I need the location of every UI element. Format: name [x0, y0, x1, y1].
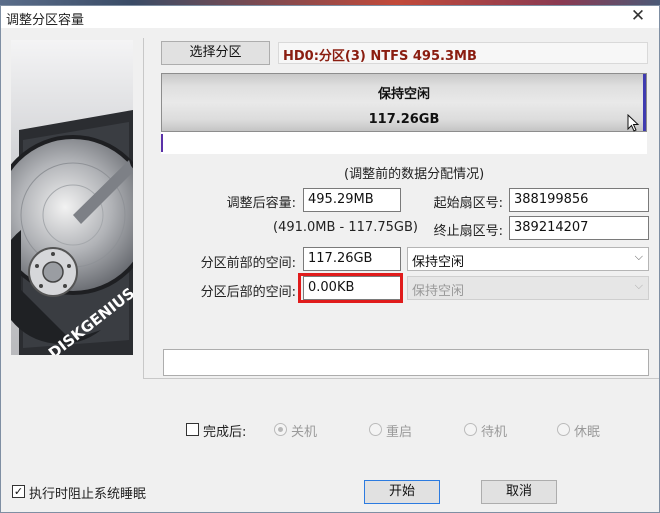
after-completion-checkbox[interactable]: [186, 423, 199, 436]
mouse-cursor-icon: [627, 114, 640, 132]
close-icon[interactable]: ✕: [625, 6, 651, 28]
hard-disk-icon: DISKGENIUS: [11, 40, 133, 355]
rear-space-mode-select[interactable]: 保持空闲 ⌵: [407, 276, 649, 300]
cancel-button[interactable]: 取消: [481, 480, 557, 504]
end-sector-label: 终止扇区号:: [433, 224, 503, 239]
start-sector-label: 起始扇区号:: [433, 196, 503, 211]
chevron-down-icon: ⌵: [634, 250, 643, 263]
diskgenius-logo-image: DISKGENIUS: [11, 40, 133, 355]
separator-vertical: [143, 38, 144, 378]
front-space-input[interactable]: 117.26GB: [303, 247, 401, 271]
radio-restart[interactable]: [369, 423, 382, 436]
size-after-label: 调整后容量:: [226, 196, 296, 211]
start-sector-input[interactable]: 388199856: [509, 188, 649, 212]
partition-map-bar[interactable]: 保持空闲 117.26GB: [161, 73, 647, 132]
dialog-title: 调整分区容量: [6, 13, 85, 28]
front-space-label: 分区前部的空间:: [200, 256, 296, 271]
front-space-mode-value: 保持空闲: [412, 255, 465, 270]
partition-info: HD0:分区(3) NTFS 495.3MB: [278, 42, 648, 64]
front-space-mode-select[interactable]: 保持空闲 ⌵: [407, 247, 649, 271]
after-completion-label: 完成后:: [203, 425, 247, 440]
separator-horizontal: [143, 378, 659, 379]
radio-shutdown-label: 关机: [291, 425, 318, 440]
bar-label: 保持空闲: [377, 87, 430, 102]
chevron-down-icon: ⌵: [634, 279, 643, 292]
radio-shutdown[interactable]: [274, 423, 287, 436]
select-partition-button[interactable]: 选择分区: [161, 41, 270, 65]
rear-space-mode-value: 保持空闲: [412, 284, 465, 299]
partition-edge-marker[interactable]: [643, 74, 646, 131]
partition-marker: [161, 134, 163, 152]
radio-restart-label: 重启: [386, 425, 413, 440]
prevent-sleep-checkbox[interactable]: ✓: [12, 485, 25, 498]
radio-hibernate[interactable]: [557, 423, 570, 436]
prevent-sleep-label: 执行时阻止系统睡眠: [29, 487, 147, 502]
partition-map-lower-strip: [161, 132, 647, 154]
highlight-annotation-box: [298, 273, 403, 303]
section-caption: (调整前的数据分配情况): [344, 167, 485, 182]
size-range-hint: (491.0MB - 117.75GB): [273, 220, 418, 235]
progress-bar: [163, 349, 649, 376]
start-button[interactable]: 开始: [364, 480, 440, 504]
end-sector-input[interactable]: 389214207: [509, 216, 649, 240]
radio-standby[interactable]: [464, 423, 477, 436]
rear-space-label: 分区后部的空间:: [200, 285, 296, 300]
radio-hibernate-label: 休眠: [574, 425, 601, 440]
title-bar: 调整分区容量 ✕: [1, 6, 659, 28]
size-after-input[interactable]: 495.29MB: [303, 188, 401, 212]
resize-partition-dialog: 调整分区容量 ✕ DISKGENIUS 选择分区 HD0:分区(3) NTFS …: [0, 5, 660, 513]
radio-standby-label: 待机: [481, 425, 508, 440]
bar-size: 117.26GB: [368, 112, 440, 127]
